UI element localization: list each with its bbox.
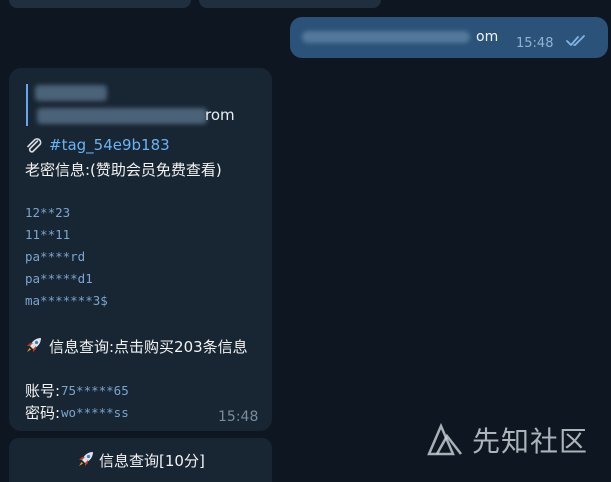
account-label: 账号: (25, 382, 61, 400)
account-value: 75*****65 (61, 383, 129, 398)
previous-message-card (9, 0, 191, 8)
password-hint-line: 11**11 (25, 227, 71, 242)
password-hint-line: pa****rd (25, 249, 86, 264)
password-hint-line: ma*******3$ (25, 293, 108, 308)
watermark: 先知社区 (427, 420, 601, 460)
paperclip-icon (27, 138, 42, 153)
double-check-icon (566, 35, 585, 46)
info-query-link-text[interactable]: 信息查询:点击购买203条信息 (49, 336, 248, 357)
redacted-email-blur (302, 31, 470, 43)
hashtag-link[interactable]: #tag_54e9b183 (49, 136, 170, 154)
rocket-icon (27, 338, 41, 352)
incoming-message-bubble[interactable]: rom #tag_54e9b183 老密信息:(赞助会员免费查看) 12**23… (9, 68, 272, 431)
outgoing-message-time: 15:48 (516, 36, 554, 51)
xianzhi-logo-icon (427, 422, 462, 456)
incoming-message-time: 15:48 (218, 409, 259, 425)
next-message-card[interactable]: 信息查询[10分] (9, 438, 272, 482)
message-header-text: 老密信息:(赞助会员免费查看) (25, 161, 222, 179)
password-value: wo*****ss (61, 405, 129, 420)
quote-bar (26, 84, 28, 126)
redacted-email-blur (37, 108, 207, 124)
redacted-sender-blur (35, 85, 107, 101)
password-hint-line: pa*****d1 (25, 271, 93, 286)
next-message-text: 信息查询[10分] (99, 452, 205, 470)
watermark-text: 先知社区 (472, 425, 589, 458)
password-hint-line: 12**23 (25, 205, 71, 220)
password-label: 密码: (25, 404, 61, 422)
previous-message-card (199, 0, 381, 8)
quoted-email-suffix: rom (205, 106, 235, 124)
outgoing-message-bubble[interactable]: om 15:48 (290, 17, 608, 58)
rocket-icon (79, 452, 93, 466)
outgoing-message-text-tail: om (476, 29, 499, 45)
